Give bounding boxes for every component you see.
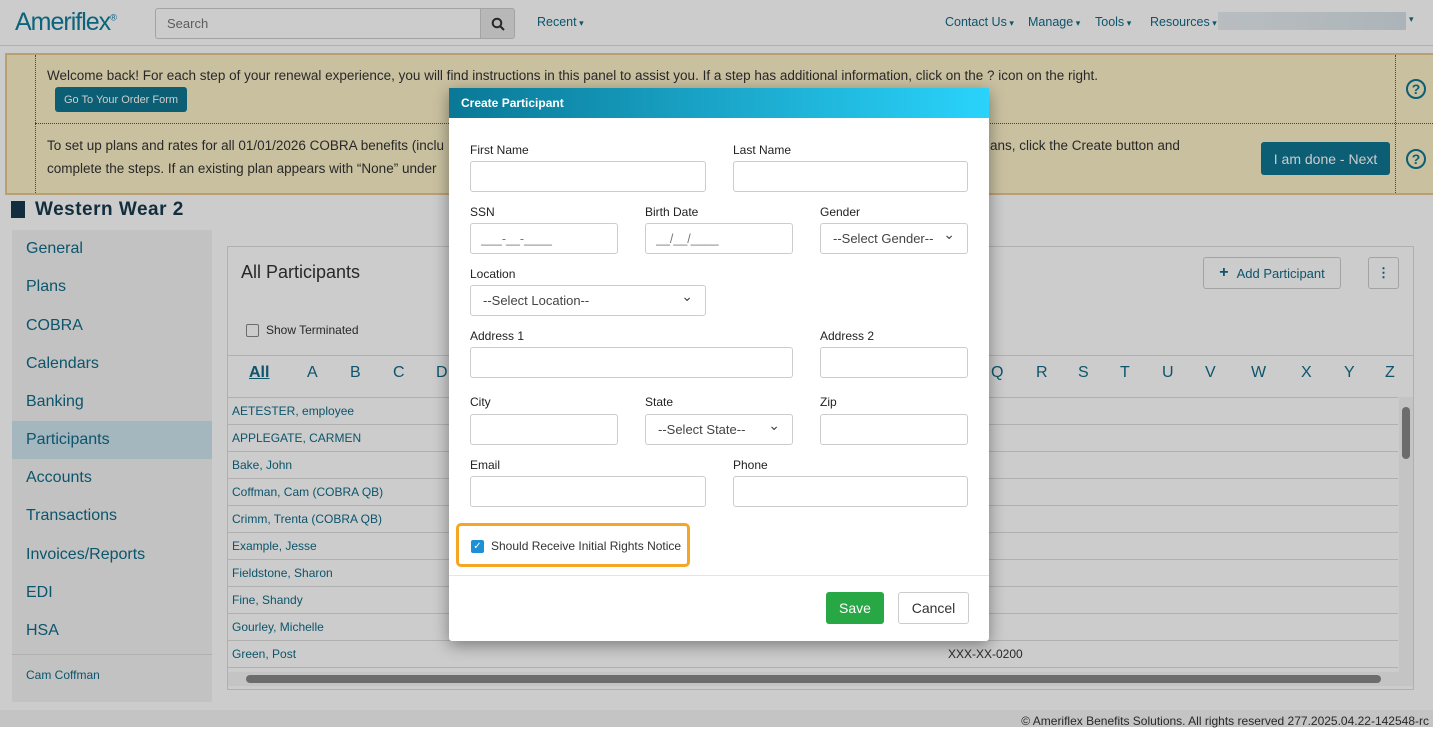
email-label: Email — [470, 458, 501, 472]
location-label: Location — [470, 267, 516, 281]
state-select[interactable]: --Select State-- — [645, 414, 793, 445]
phone-label: Phone — [733, 458, 768, 472]
city-label: City — [470, 395, 491, 409]
state-label: State — [645, 395, 674, 409]
address1-label: Address 1 — [470, 329, 525, 343]
create-participant-dialog: Create Participant First Name Last Name … — [449, 88, 989, 641]
birth-date-input[interactable] — [645, 223, 793, 254]
first-name-input[interactable] — [470, 161, 706, 192]
state-value: --Select State-- — [658, 422, 746, 437]
cancel-button[interactable]: Cancel — [898, 592, 969, 624]
rights-notice-checkbox[interactable]: ✓ — [471, 540, 484, 553]
birth-date-label: Birth Date — [645, 205, 699, 219]
save-button[interactable]: Save — [826, 592, 884, 624]
ssn-input[interactable] — [470, 223, 618, 254]
gender-select[interactable]: --Select Gender-- — [820, 223, 968, 254]
first-name-label: First Name — [470, 143, 529, 157]
ssn-label: SSN — [470, 205, 495, 219]
last-name-input[interactable] — [733, 161, 968, 192]
last-name-label: Last Name — [733, 143, 792, 157]
address1-input[interactable] — [470, 347, 793, 378]
gender-value: --Select Gender-- — [833, 231, 934, 246]
city-input[interactable] — [470, 414, 618, 445]
email-input[interactable] — [470, 476, 706, 507]
phone-input[interactable] — [733, 476, 968, 507]
dialog-title: Create Participant — [449, 88, 989, 118]
address2-input[interactable] — [820, 347, 968, 378]
location-select[interactable]: --Select Location-- — [470, 285, 706, 316]
gender-label: Gender — [820, 205, 861, 219]
zip-input[interactable] — [820, 414, 968, 445]
zip-label: Zip — [820, 395, 837, 409]
rights-notice-label: Should Receive Initial Rights Notice — [491, 539, 682, 553]
location-value: --Select Location-- — [483, 293, 590, 308]
address2-label: Address 2 — [820, 329, 875, 343]
divider — [449, 575, 989, 576]
